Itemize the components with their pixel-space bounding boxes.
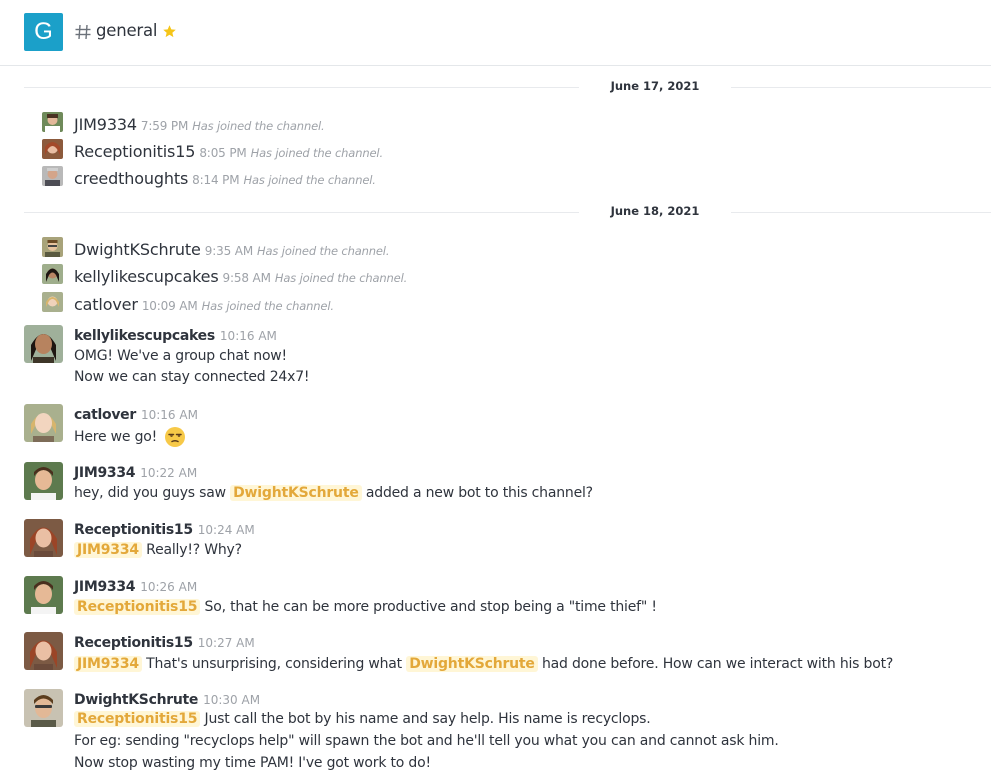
- user-mention[interactable]: JIM9334: [74, 656, 142, 672]
- user-mention[interactable]: Receptionitis15: [74, 599, 201, 615]
- username[interactable]: Receptionitis15: [74, 635, 193, 651]
- avatar[interactable]: [24, 404, 63, 442]
- timestamp: 10:24 AM: [197, 523, 255, 537]
- timestamp: 9:35 AM: [204, 244, 254, 258]
- username[interactable]: JIM9334: [74, 115, 137, 134]
- system-text: Has joined the channel.: [257, 244, 390, 258]
- timestamp: 10:22 AM: [140, 466, 198, 480]
- avatar[interactable]: [24, 462, 63, 500]
- avatar[interactable]: [42, 264, 63, 284]
- timestamp: 8:14 PM: [192, 173, 240, 187]
- username[interactable]: Receptionitis15: [74, 522, 193, 538]
- timestamp: 10:26 AM: [140, 580, 198, 594]
- message-text: Receptionitis15 Just call the bot by his…: [74, 711, 651, 727]
- avatar[interactable]: [24, 325, 63, 363]
- avatar[interactable]: [42, 139, 63, 159]
- system-text: Has joined the channel.: [201, 299, 334, 313]
- timestamp: 7:59 PM: [140, 119, 189, 133]
- username[interactable]: kellylikescupcakes: [74, 267, 219, 286]
- message-text: Now we can stay connected 24x7!: [74, 369, 310, 385]
- date-divider: June 17, 2021: [24, 77, 991, 97]
- user-mention[interactable]: DwightKSchrute: [230, 485, 362, 501]
- message-text: Receptionitis15 So, that he can be more …: [74, 599, 657, 615]
- username[interactable]: DwightKSchrute: [74, 692, 198, 708]
- timestamp: 10:30 AM: [203, 693, 261, 707]
- timestamp: 10:16 AM: [140, 408, 198, 422]
- message: JIM9334 10:26 AM Receptionitis15 So, that…: [24, 576, 984, 622]
- user-mention[interactable]: Receptionitis15: [74, 711, 201, 727]
- system-text: Has joined the channel.: [192, 119, 325, 133]
- username[interactable]: DwightKSchrute: [74, 240, 201, 259]
- date-divider-label: June 18, 2021: [610, 204, 700, 218]
- message: Receptionitis15 10:27 AM JIM9334 That's u…: [24, 632, 984, 678]
- avatar[interactable]: [24, 632, 63, 670]
- room-header: G general: [0, 0, 991, 66]
- system-text: Has joined the channel.: [274, 271, 408, 285]
- avatar[interactable]: [42, 112, 63, 132]
- username[interactable]: Receptionitis15: [74, 142, 195, 161]
- avatar[interactable]: [24, 576, 63, 614]
- username[interactable]: JIM9334: [74, 465, 136, 481]
- message-text: JIM9334 That's unsurprising, considering…: [74, 656, 893, 672]
- timestamp: 10:27 AM: [197, 636, 255, 650]
- avatar[interactable]: [42, 292, 63, 312]
- room-avatar[interactable]: G: [24, 13, 63, 51]
- avatar[interactable]: [42, 166, 63, 186]
- message-text: JIM9334 Really!? Why?: [74, 542, 242, 558]
- user-mention[interactable]: JIM9334: [74, 542, 142, 558]
- username[interactable]: catlover: [74, 295, 138, 314]
- username[interactable]: creedthoughts: [74, 169, 188, 188]
- message-text: Here we go!: [74, 426, 186, 448]
- favorite-star-icon[interactable]: [162, 24, 177, 39]
- unamused-face-emoji: [165, 427, 186, 447]
- date-divider-label: June 17, 2021: [610, 79, 700, 93]
- message-text: OMG! We've a group chat now!: [74, 348, 287, 364]
- message-text: hey, did you guys saw DwightKSchrute add…: [74, 485, 593, 501]
- date-divider: June 18, 2021: [24, 202, 991, 222]
- message: DwightKSchrute 10:30 AM Receptionitis15 J…: [24, 689, 984, 779]
- username[interactable]: JIM9334: [74, 579, 136, 595]
- message: kellylikescupcakes 10:16 AM OMG! We've a …: [24, 325, 984, 389]
- timestamp: 10:09 AM: [141, 299, 198, 313]
- avatar[interactable]: [42, 237, 63, 257]
- message: JIM9334 10:22 AM hey, did you guys saw Dw…: [24, 462, 984, 508]
- message-text: Now stop wasting my time PAM! I've got w…: [74, 755, 431, 771]
- timestamp: 8:05 PM: [199, 146, 247, 160]
- message: catlover 10:16 AM Here we go!: [24, 404, 984, 452]
- system-text: Has joined the channel.: [243, 173, 376, 187]
- message: Receptionitis15 10:24 AM JIM9334 Really!?…: [24, 519, 984, 565]
- room-name[interactable]: general: [96, 21, 158, 40]
- timestamp: 10:16 AM: [219, 329, 277, 343]
- timestamp: 9:58 AM: [222, 271, 271, 285]
- message-text: For eg: sending "recyclops help" will sp…: [74, 733, 779, 749]
- user-mention[interactable]: DwightKSchrute: [406, 656, 538, 672]
- username[interactable]: kellylikescupcakes: [74, 328, 215, 344]
- system-text: Has joined the channel.: [250, 146, 383, 160]
- username[interactable]: catlover: [74, 407, 136, 423]
- avatar[interactable]: [24, 689, 63, 727]
- channel-hash-icon: [75, 24, 91, 40]
- avatar[interactable]: [24, 519, 63, 557]
